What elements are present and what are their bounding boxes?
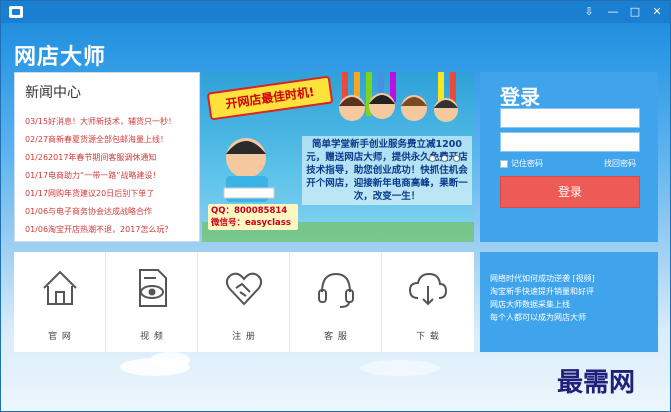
menu-dropdown-icon[interactable]: ⇩ [579,3,599,21]
app-logo-icon [9,6,23,18]
login-button[interactable]: 登录 [500,176,640,208]
carousel-dot[interactable] [453,155,460,162]
news-item[interactable]: 02/27商新春夏货源全部包邮海量上线！ [25,131,197,149]
news-panel: 新闻中心 03/15好消息！大师新技术，辅货只一秒！ 02/27商新春夏货源全部… [14,72,200,242]
news-item[interactable]: 01/06淘宝开店热潮不退，2017怎么玩？ [25,221,197,239]
cloud-decoration [360,360,440,376]
news-item[interactable]: 01/262017年春节期间客服调休通知 [25,149,197,167]
banner-wechat: 微信号：easyclass [211,218,291,228]
shortcut-tiles: 官 网 视 频 注 册 客 服 下 载 [14,252,474,352]
link-item[interactable]: 网店大师数据采集上线 [490,298,595,311]
news-item[interactable]: 01/17电商助力“一带一路”战略建设！ [25,167,197,185]
cloud-download-icon [408,272,448,306]
video-icon [139,269,167,307]
minimize-button[interactable]: — [603,3,623,21]
news-list: 03/15好消息！大师新技术，辅货只一秒！ 02/27商新春夏货源全部包邮海量上… [25,113,197,239]
news-title: 新闻中心 [25,85,81,101]
title-bar[interactable]: ⇩ — □ ✕ [1,1,670,23]
tile-official-site[interactable]: 官 网 [14,252,106,352]
link-item[interactable]: 每个人都可以成为网店大师 [490,311,595,324]
close-button[interactable]: ✕ [647,3,667,21]
tile-label: 视 频 [140,332,164,342]
forgot-password-link[interactable]: 找回密码 [604,158,636,169]
tile-label: 下 载 [416,332,440,342]
news-item[interactable]: 03/15好消息！大师新技术，辅货只一秒！ [25,113,197,131]
link-item[interactable]: 淘宝新手快速提升销量和好评 [490,285,595,298]
remember-label: 记住密码 [511,159,543,168]
home-icon [43,270,77,305]
tile-customer-service[interactable]: 客 服 [290,252,382,352]
links-panel: 网络时代如何成功逆袭 [视频] 淘宝新手快速提升销量和好评 网店大师数据采集上线… [480,252,658,352]
username-input[interactable] [500,108,640,128]
news-item[interactable]: 01/17网购年货建议20日后别下单了 [25,185,197,203]
tile-label: 注 册 [232,332,256,342]
banner-qq: QQ：800085814 [211,206,288,216]
tile-label: 客 服 [324,332,348,342]
password-input[interactable] [500,132,640,152]
carousel-dot[interactable] [441,155,448,162]
tile-label: 官 网 [48,332,72,342]
maximize-button[interactable]: □ [625,3,645,21]
headset-icon [318,272,354,308]
app-title: 网店大师 [14,45,107,70]
tile-video[interactable]: 视 频 [106,252,198,352]
tile-download[interactable]: 下 载 [382,252,474,352]
banner-text: 简单学堂新手创业服务费立减1200元，赠送网店大师，提供永久免费开店技术指导，助… [302,136,472,205]
login-title: 登录 [500,85,540,109]
banner-contact: QQ：800085814 微信号：easyclass [208,204,298,230]
login-panel: 登录 记住密码 找回密码 登录 [480,72,658,242]
tile-register[interactable]: 注 册 [198,252,290,352]
link-item[interactable]: 网络时代如何成功逆袭 [视频] [490,272,595,285]
carousel-dot[interactable] [429,155,436,162]
remember-password[interactable]: 记住密码 [500,158,543,169]
cloud-decoration [150,352,190,368]
remember-checkbox[interactable] [500,159,508,168]
news-item[interactable]: 01/06与电子商务协会达成战略合作 [25,203,197,221]
watermark: 最需网 [557,368,636,398]
links-list: 网络时代如何成功逆袭 [视频] 淘宝新手快速提升销量和好评 网店大师数据采集上线… [490,272,595,324]
handshake-icon [225,272,263,306]
